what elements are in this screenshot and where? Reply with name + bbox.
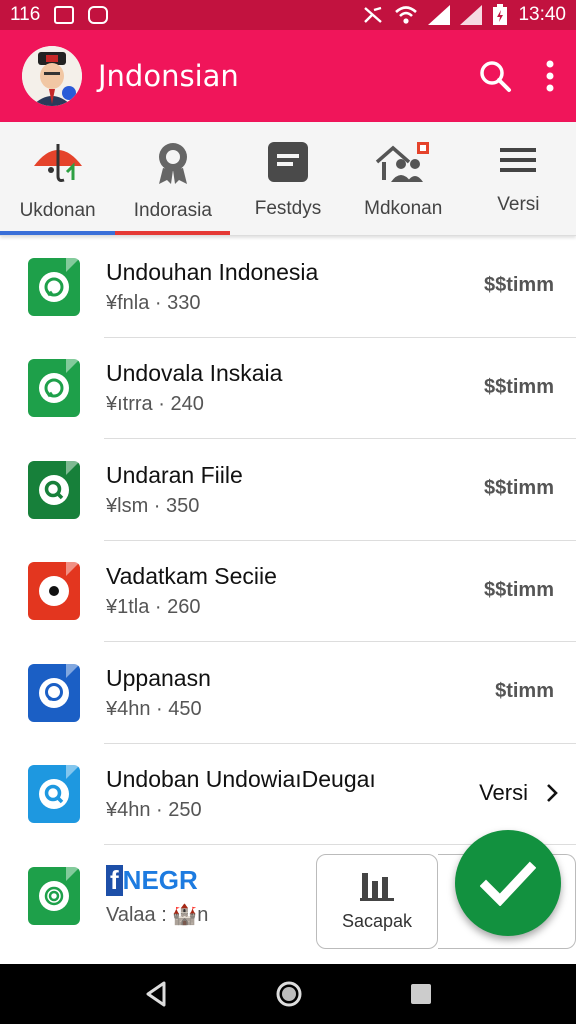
list-item[interactable]: Uppanasn ¥4hn · 450 $timm: [0, 642, 576, 744]
wifi-icon: [395, 6, 418, 24]
chat-icon: [39, 271, 69, 302]
file-icon: [28, 663, 80, 722]
negr-logo: f NEGR: [106, 864, 198, 896]
search-icon: [39, 779, 69, 810]
item-meta: $timm: [495, 680, 554, 702]
chat-bubble-icon: [39, 677, 69, 708]
facebook-f-icon: f: [106, 864, 123, 896]
tab-label: Ukdonan: [19, 200, 96, 221]
search-icon[interactable]: [478, 59, 512, 93]
status-number: 116: [10, 4, 41, 25]
recents-icon[interactable]: [408, 981, 434, 1007]
checkmark-icon: [480, 861, 536, 906]
list-item[interactable]: Undoban UndowiaıDeugaı ¥4hn · 250 Versi: [0, 744, 576, 845]
bar-chart-icon: [360, 873, 394, 901]
list-item[interactable]: Vadatkam Seciie ¥1tla · 260 $$timm: [0, 541, 576, 642]
list-item[interactable]: Undovala Inskaia ¥ıtrra · 240 $$timm: [0, 338, 576, 439]
item-meta: Versi: [479, 779, 528, 805]
list-item[interactable]: Undaran Fiile ¥lsm · 350 $$timm: [0, 439, 576, 541]
house-people-icon: [376, 142, 430, 182]
nfc-icon: [364, 6, 383, 23]
document-icon: [268, 142, 308, 182]
search-icon: [39, 474, 69, 505]
tab-ukdonan[interactable]: Ukdonan: [0, 122, 116, 235]
app-title: Jndonsian: [98, 59, 239, 93]
item-meta: $$timm: [483, 477, 554, 499]
sacapak-button[interactable]: Sacapak: [316, 854, 438, 949]
status-bar: 116 13:40: [0, 0, 576, 30]
fingerprint-icon: [39, 880, 69, 911]
tab-versi[interactable]: Versi: [461, 122, 576, 235]
confirm-fab[interactable]: [455, 830, 561, 936]
file-icon: [28, 460, 80, 519]
chevron-right-icon: [547, 783, 558, 802]
item-meta: $$timm: [483, 375, 554, 398]
more-options-icon[interactable]: [546, 60, 554, 92]
home-icon[interactable]: [274, 979, 304, 1009]
signal-icon: [428, 5, 451, 25]
item-meta: $$timm: [483, 274, 554, 296]
system-nav-bar: [0, 964, 576, 1024]
item-meta: $$timm: [483, 578, 554, 601]
menu-icon: [500, 148, 537, 172]
avatar-portrait-icon: [22, 46, 82, 106]
tab-label: Mdkonan: [364, 198, 443, 219]
record-icon: [39, 576, 69, 607]
tab-festdys[interactable]: Festdys: [230, 122, 345, 235]
image-notification-icon: [54, 6, 75, 24]
clock: 13:40: [518, 4, 566, 25]
tab-bar: Ukdonan Indorasia Festdys Mdkonan Versi: [0, 122, 576, 236]
file-icon: [28, 765, 80, 824]
item-title-text: NEGR: [122, 864, 198, 895]
tab-indicator: [0, 231, 116, 235]
file-icon: [28, 359, 80, 418]
umbrella-icon: [33, 144, 82, 182]
signal-2-icon: [460, 5, 483, 25]
tab-mdkonan[interactable]: Mdkonan: [346, 122, 461, 235]
tab-label: Indorasia: [133, 200, 212, 221]
file-icon: [28, 866, 80, 925]
sacapak-label: Sacapak: [341, 911, 413, 931]
award-icon: [158, 143, 187, 184]
tab-label: Festdys: [254, 198, 322, 219]
battery-icon: [493, 4, 508, 25]
tab-indorasia[interactable]: Indorasia: [115, 122, 231, 235]
list-item[interactable]: Undouhan Indonesia ¥fnla · 330 $$timm: [0, 236, 576, 338]
chat-icon: [39, 373, 69, 404]
app-bar: Jndonsian: [0, 30, 576, 122]
file-icon: [28, 562, 80, 621]
file-icon: [28, 257, 80, 316]
back-icon[interactable]: [142, 980, 170, 1008]
avatar[interactable]: [22, 46, 82, 106]
tab-indicator: [115, 231, 231, 235]
app-notification-icon: [88, 6, 109, 24]
item-version-link[interactable]: Versi: [479, 780, 558, 806]
tab-label: Versi: [497, 194, 540, 215]
